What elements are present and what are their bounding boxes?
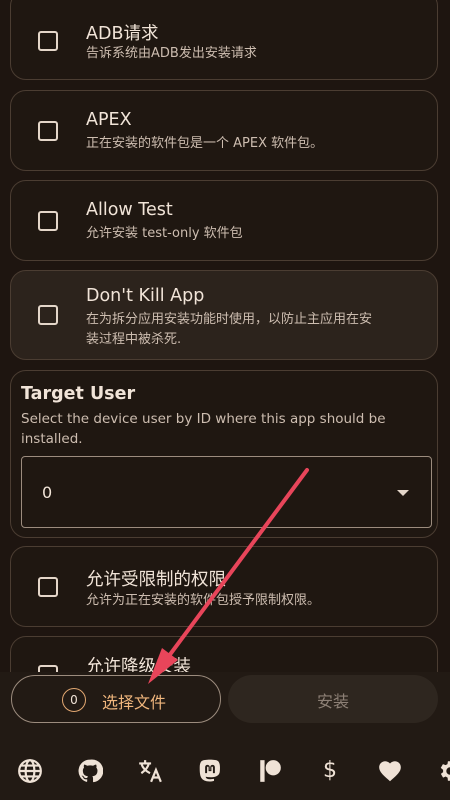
option-adb-request[interactable]: ADB请求 告诉系统由ADB发出安装请求 (10, 0, 438, 80)
selected-count-badge: 0 (62, 688, 86, 712)
option-title: Allow Test (86, 200, 173, 220)
option-description-line2: 装过程中被杀死. (86, 332, 182, 347)
target-user-dropdown[interactable]: 0 (21, 456, 432, 528)
option-title: ADB请求 (86, 24, 159, 44)
heart-icon[interactable] (377, 758, 403, 784)
install-label: 安装 (316, 692, 349, 711)
target-user-card: Target User Select the device user by ID… (10, 370, 438, 538)
link-icon-row: $ (0, 748, 450, 792)
option-description: 允许为正在安装的软件包授予限制权限。 (86, 593, 321, 608)
option-description: 告诉系统由ADB发出安装请求 (86, 46, 257, 61)
option-title: APEX (86, 110, 132, 130)
allow-test-checkbox[interactable] (38, 211, 58, 231)
select-file-button[interactable]: 0 选择文件 (11, 675, 221, 723)
target-user-description: Select the device user by ID where this … (21, 411, 386, 447)
option-description: 在为拆分应用安装功能时使用，以防止主应用在安 (86, 312, 373, 327)
install-button[interactable]: 安装 (228, 675, 438, 723)
apex-checkbox[interactable] (38, 121, 58, 141)
dropdown-arrow-icon (397, 490, 409, 496)
option-apex[interactable]: APEX 正在安装的软件包是一个 APEX 软件包。 (10, 90, 438, 171)
dollar-icon[interactable]: $ (317, 758, 343, 784)
option-dont-kill-app[interactable]: Don't Kill App 在为拆分应用安装功能时使用，以防止主应用在安 装过… (10, 270, 438, 360)
gear-icon[interactable] (436, 758, 450, 784)
patreon-icon[interactable] (257, 758, 283, 784)
github-icon[interactable] (77, 758, 104, 784)
option-description: 正在安装的软件包是一个 APEX 软件包。 (86, 136, 324, 151)
option-allow-test[interactable]: Allow Test 允许安装 test-only 软件包 (10, 180, 438, 261)
option-title: 允许受限制的权限 (86, 570, 226, 590)
adb-request-checkbox[interactable] (38, 31, 58, 51)
translate-icon[interactable] (137, 758, 163, 784)
option-restricted-permissions[interactable]: 允许受限制的权限 允许为正在安装的软件包授予限制权限。 (10, 546, 438, 627)
restricted-permissions-checkbox[interactable] (38, 577, 58, 597)
dont-kill-app-checkbox[interactable] (38, 305, 58, 325)
option-title: Don't Kill App (86, 286, 205, 306)
globe-icon[interactable] (17, 758, 43, 784)
target-user-value: 0 (42, 483, 53, 502)
option-description: 允许安装 test-only 软件包 (86, 226, 243, 241)
mastodon-icon[interactable] (197, 758, 223, 784)
select-file-label: 选择文件 (102, 693, 167, 712)
target-user-title: Target User (21, 384, 136, 404)
